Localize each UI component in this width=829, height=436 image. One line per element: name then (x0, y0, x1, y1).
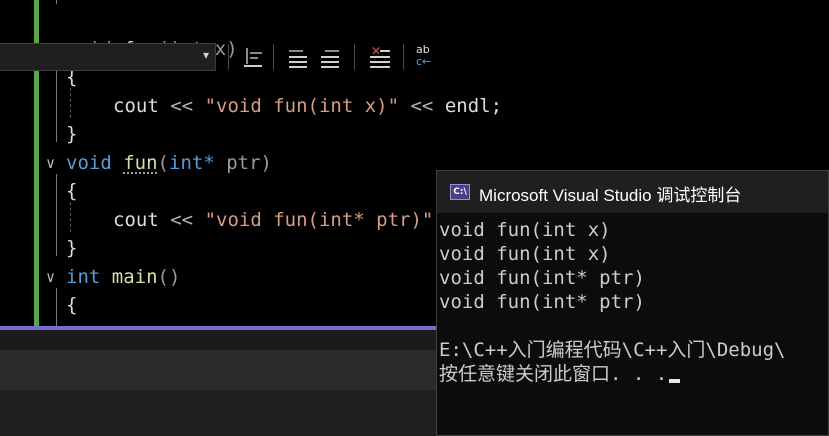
code-line[interactable]: cout << "void fun(int x)" << endl; (0, 92, 502, 120)
console-prompt-line: 按任意键关闭此窗口. . . (439, 362, 681, 386)
console-output-line: E:\C++入门编程代码\C++入门\Debug\ (439, 339, 786, 361)
type-token: int* (169, 152, 215, 174)
function-name-token: fun (123, 152, 158, 174)
console-app-icon: C:\ (450, 184, 470, 200)
console-title: Microsoft Visual Studio 调试控制台 (479, 186, 742, 205)
paren-token: ( (157, 152, 169, 174)
toolbar-separator (228, 44, 229, 70)
code-line[interactable]: { (0, 177, 77, 205)
code-line[interactable]: ∨ void fun(int* ptr) (0, 149, 272, 177)
param-token: ptr (214, 152, 261, 174)
code-line[interactable]: } (0, 120, 77, 148)
keyword-token: int (66, 266, 101, 288)
console-output-line: void fun(int* ptr) (439, 291, 645, 313)
operator-token: << (170, 209, 194, 231)
code-line[interactable]: ∨ int main() (0, 263, 180, 291)
code-line[interactable]: { (0, 291, 77, 319)
console-output-line: void fun(int* ptr) (439, 267, 645, 289)
increase-indent-icon[interactable] (317, 44, 343, 70)
scope-guide (56, 0, 58, 4)
scope-guide (56, 288, 58, 326)
identifier-token: cout (113, 209, 159, 231)
brace-token: { (66, 294, 78, 316)
brace-token: } (66, 237, 78, 259)
collapse-chevron-icon[interactable]: ∨ (46, 263, 55, 291)
console-titlebar[interactable]: C:\ Microsoft Visual Studio 调试控制台 (437, 171, 828, 213)
console-output-line: void fun(int x) (439, 243, 611, 265)
string-token: "void fun(int* ptr)" (204, 209, 434, 231)
toolbar-separator (403, 44, 404, 70)
paren-token: ) (260, 152, 272, 174)
output-source-dropdown[interactable]: ▾ (0, 43, 216, 71)
outdent-icon[interactable] (240, 44, 266, 70)
indent-guide (70, 202, 71, 232)
text-cursor (669, 379, 681, 383)
brace-token: } (66, 123, 78, 145)
identifier-token: endl; (444, 95, 503, 117)
clear-all-icon[interactable]: ✕ (366, 44, 392, 70)
scope-guide (56, 60, 58, 142)
word-wrap-icon[interactable]: ab c← (414, 44, 440, 70)
keyword-token: void (66, 152, 112, 174)
scope-guide (56, 174, 58, 256)
console-output-line: void fun(int x) (439, 219, 611, 241)
collapse-chevron-icon[interactable]: ∨ (46, 149, 55, 177)
function-name-token: main (111, 266, 158, 288)
paren-token: () (157, 266, 181, 288)
code-line[interactable]: cout << "void fun(int* ptr)" (0, 206, 433, 234)
string-token: "void fun(int x)" (204, 95, 400, 117)
decrease-indent-icon[interactable] (285, 44, 311, 70)
indent-guide (70, 88, 71, 118)
console-prompt-text: 按任意键关闭此窗口. . . (439, 363, 668, 385)
code-line[interactable]: } (0, 234, 77, 262)
debug-console-window[interactable]: C:\ Microsoft Visual Studio 调试控制台 void f… (436, 170, 829, 436)
operator-token: << (170, 95, 194, 117)
chevron-down-icon[interactable]: ▾ (203, 48, 209, 62)
identifier-token: cout (113, 95, 159, 117)
brace-token: { (66, 180, 78, 202)
toolbar-separator (273, 44, 274, 70)
operator-token: << (410, 95, 434, 117)
toolbar-separator (354, 44, 355, 70)
